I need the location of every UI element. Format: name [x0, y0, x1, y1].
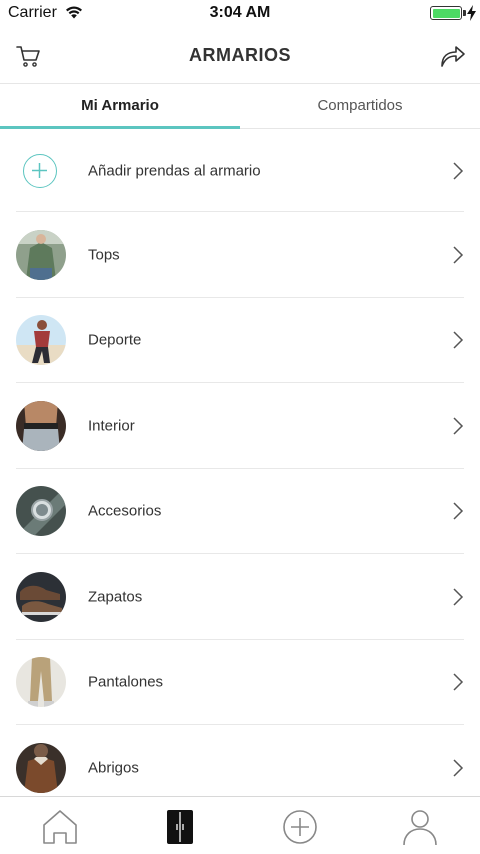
charging-bolt-icon	[467, 5, 476, 21]
status-bar: Carrier 3:04 AM	[0, 0, 480, 28]
zapatos-thumbnail	[16, 571, 66, 622]
tops-thumbnail	[16, 229, 66, 280]
chevron-right-icon	[453, 331, 464, 349]
wardrobe-list: Añadir prendas al armario Tops Deporte I…	[0, 129, 480, 811]
add-items-row[interactable]: Añadir prendas al armario	[0, 129, 480, 212]
segmented-tabs: Mi Armario Compartidos	[0, 85, 480, 129]
category-row-deporte[interactable]: Deporte	[0, 298, 480, 384]
abrigos-thumbnail	[16, 742, 66, 793]
home-icon[interactable]	[40, 807, 80, 847]
add-circle-icon	[23, 153, 57, 188]
deporte-thumbnail	[16, 315, 66, 366]
share-arrow-icon[interactable]	[438, 42, 466, 70]
category-label: Tops	[88, 246, 120, 264]
category-label: Accesorios	[88, 502, 162, 520]
battery-icon	[430, 6, 462, 20]
pantalones-thumbnail	[16, 657, 66, 708]
category-label: Deporte	[88, 331, 142, 349]
bottom-tab-bar	[0, 796, 480, 854]
tab-compartidos[interactable]: Compartidos	[240, 85, 480, 128]
plus-icon	[32, 162, 47, 178]
category-row-accesorios[interactable]: Accesorios	[0, 469, 480, 555]
status-time: 3:04 AM	[209, 4, 271, 21]
category-row-pantalones[interactable]: Pantalones	[0, 640, 480, 726]
category-label: Interior	[88, 417, 135, 435]
accesorios-thumbnail	[16, 486, 66, 537]
add-items-label: Añadir prendas al armario	[88, 162, 261, 179]
profile-icon[interactable]	[400, 807, 440, 847]
chevron-right-icon	[453, 759, 464, 777]
category-row-zapatos[interactable]: Zapatos	[0, 554, 480, 640]
category-label: Zapatos	[88, 588, 143, 606]
wardrobe-icon[interactable]	[160, 807, 200, 847]
chevron-right-icon	[453, 502, 464, 520]
battery-fill	[432, 8, 460, 18]
category-row-interior[interactable]: Interior	[0, 383, 480, 469]
battery-cap	[463, 10, 466, 16]
category-label: Abrigos	[88, 759, 139, 777]
category-label: Pantalones	[88, 673, 164, 691]
category-row-tops[interactable]: Tops	[0, 212, 480, 298]
page-title: ARMARIOS	[189, 45, 291, 65]
chevron-right-icon	[453, 673, 464, 691]
chevron-right-icon	[453, 246, 464, 264]
add-circle-icon[interactable]	[280, 807, 320, 847]
tab-mi-armario[interactable]: Mi Armario	[0, 85, 240, 128]
interior-thumbnail	[16, 400, 66, 451]
chevron-right-icon	[453, 588, 464, 606]
nav-bar: ARMARIOS	[0, 28, 480, 84]
chevron-right-icon	[453, 161, 464, 180]
chevron-right-icon	[453, 417, 464, 435]
